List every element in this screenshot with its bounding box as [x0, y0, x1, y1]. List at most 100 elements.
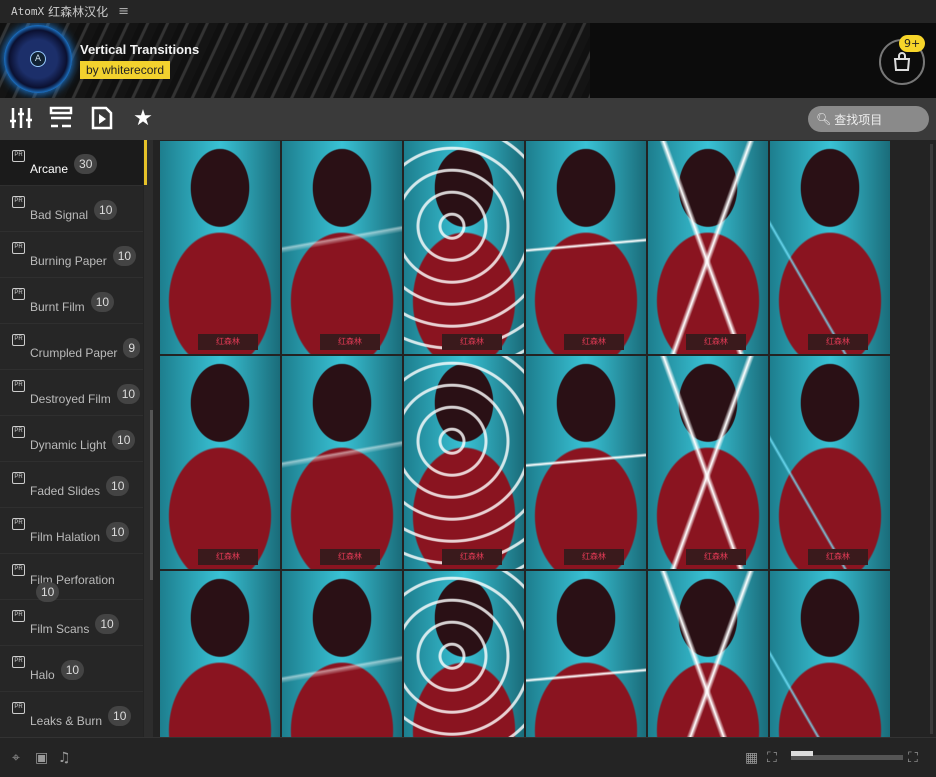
transition-thumbnail[interactable]: [526, 571, 646, 737]
item-count-badge: 10: [112, 430, 136, 450]
transition-thumbnail[interactable]: 红森林: [282, 356, 402, 569]
transition-thumbnail[interactable]: 红森林: [160, 141, 280, 354]
toolbar: ★: [0, 98, 936, 140]
transition-thumbnail[interactable]: 红森林: [160, 356, 280, 569]
lock-icon[interactable]: ▦: [745, 750, 758, 766]
transition-thumbnail[interactable]: 红森林: [770, 141, 890, 354]
effect-overlay: [160, 571, 280, 737]
footer-bar: ⌖ ▣ ♫ ▦ ⛶ ⛶: [0, 737, 936, 777]
watermark-label: 红森林: [320, 549, 380, 565]
effect-overlay: [282, 141, 402, 354]
effect-overlay: [282, 571, 402, 737]
category-list: PR Arcane 30 PR Bad Signal 10 PR Burning Paper 1…: [0, 140, 143, 737]
scrollbar-thumb[interactable]: [150, 410, 153, 580]
watermark-label: 红森林: [198, 549, 258, 565]
premiere-file-icon: PR: [12, 610, 25, 622]
effect-overlay: [648, 571, 768, 737]
video-icon[interactable]: ▣: [35, 750, 48, 766]
watermark-label: 红森林: [564, 334, 624, 350]
scrollbar-thumb[interactable]: [930, 144, 933, 734]
sidebar-item[interactable]: PR Bad Signal 10: [0, 186, 143, 232]
transition-thumbnail[interactable]: 红森林: [770, 356, 890, 569]
app-name: AtomX: [11, 5, 45, 18]
premiere-file-icon: PR: [12, 242, 25, 254]
item-label: Burning Paper: [30, 254, 107, 268]
transition-thumbnail[interactable]: [648, 571, 768, 737]
item-count-badge: 10: [108, 706, 132, 726]
transition-thumbnail[interactable]: 红森林: [404, 141, 524, 354]
sidebar-item[interactable]: PR Crumpled Paper 9: [0, 324, 143, 370]
premiere-file-icon: PR: [12, 564, 25, 576]
logo-letter: A: [30, 51, 46, 67]
item-count-badge: 10: [90, 292, 115, 312]
effect-overlay: [160, 356, 280, 569]
sidebar-item[interactable]: PR Arcane 30: [0, 140, 143, 186]
premiere-file-icon: PR: [12, 150, 25, 162]
sidebar-scrollbar[interactable]: [144, 140, 153, 737]
transition-thumbnail[interactable]: 红森林: [648, 356, 768, 569]
search-input[interactable]: 🔍︎ 查找项目: [808, 106, 929, 132]
premiere-file-icon: PR: [12, 288, 25, 300]
premiere-file-icon: PR: [12, 656, 25, 668]
transition-thumbnail[interactable]: [404, 571, 524, 737]
effect-overlay: [648, 356, 768, 569]
search-icon: 🔍︎: [816, 112, 832, 126]
premiere-file-icon: PR: [12, 518, 25, 530]
target-icon[interactable]: ⌖: [12, 750, 20, 766]
transition-thumbnail[interactable]: 红森林: [282, 141, 402, 354]
atomx-logo: A: [4, 25, 72, 93]
preview-play-icon[interactable]: [89, 106, 115, 132]
effect-overlay: [526, 141, 646, 354]
sidebar-item[interactable]: PR Faded Slides 10: [0, 462, 143, 508]
sidebar-item[interactable]: PR Film Halation 10: [0, 508, 143, 554]
watermark-label: 红森林: [808, 549, 868, 565]
fit-large-icon[interactable]: ⛶: [908, 750, 918, 766]
favorites-star-icon[interactable]: ★: [130, 106, 156, 132]
transition-thumbnail[interactable]: 红森林: [404, 356, 524, 569]
transition-thumbnail[interactable]: [770, 571, 890, 737]
item-label: Arcane: [30, 162, 69, 176]
sidebar-item[interactable]: PR Dynamic Light 10: [0, 416, 143, 462]
list-view-icon[interactable]: [48, 106, 74, 132]
transition-thumbnail[interactable]: [160, 571, 280, 737]
item-count-badge: 10: [116, 384, 141, 404]
music-icon[interactable]: ♫: [58, 750, 71, 766]
sidebar-item[interactable]: PR Film Perforation10: [0, 554, 143, 602]
effect-overlay: [648, 141, 768, 354]
sliders-icon[interactable]: [8, 106, 34, 132]
premiere-file-icon: PR: [12, 334, 25, 346]
watermark-label: 红森林: [686, 334, 746, 350]
effect-overlay: [282, 356, 402, 569]
thumbnail-size-slider[interactable]: [791, 751, 903, 760]
hamburger-icon[interactable]: ≡: [118, 4, 129, 19]
item-count-badge: 9: [123, 338, 141, 358]
shopping-bag-icon: [893, 52, 911, 71]
cart-badge: 9+: [899, 35, 926, 52]
transition-thumbnail[interactable]: 红森林: [648, 141, 768, 354]
item-label: Burnt Film: [30, 300, 85, 314]
sidebar-item[interactable]: PR Leaks & Burn 10: [0, 692, 143, 737]
effect-overlay: [404, 571, 524, 737]
item-count-badge: 10: [106, 476, 130, 496]
watermark-label: 红森林: [442, 334, 502, 350]
premiere-file-icon: PR: [12, 472, 25, 484]
item-label: Crumpled Paper: [30, 346, 118, 360]
item-label: Bad Signal: [30, 208, 89, 222]
transition-grid: 红森林 红森林 红森林 红森林 红森林 红森林 红森林 红森林 红森林 红森林 红森林 红森林: [160, 141, 892, 737]
sidebar-item[interactable]: PR Film Scans 10: [0, 600, 143, 646]
sidebar-item[interactable]: PR Halo 10: [0, 646, 143, 692]
transition-thumbnail[interactable]: [282, 571, 402, 737]
pack-author[interactable]: by whiterecord: [80, 61, 171, 79]
watermark-label: 红森林: [686, 549, 746, 565]
transition-thumbnail[interactable]: 红森林: [526, 141, 646, 354]
watermark-label: 红森林: [564, 549, 624, 565]
transition-thumbnail[interactable]: 红森林: [526, 356, 646, 569]
sidebar-item[interactable]: PR Destroyed Film 10: [0, 370, 143, 416]
item-label: Destroyed Film: [30, 392, 111, 406]
premiere-file-icon: PR: [12, 426, 25, 438]
sidebar-item[interactable]: PR Burnt Film 10: [0, 278, 143, 324]
sidebar-item[interactable]: PR Burning Paper 10: [0, 232, 143, 278]
search-placeholder: 查找项目: [834, 112, 883, 127]
fit-small-icon[interactable]: ⛶: [767, 750, 777, 766]
grid-scrollbar[interactable]: [926, 140, 936, 737]
